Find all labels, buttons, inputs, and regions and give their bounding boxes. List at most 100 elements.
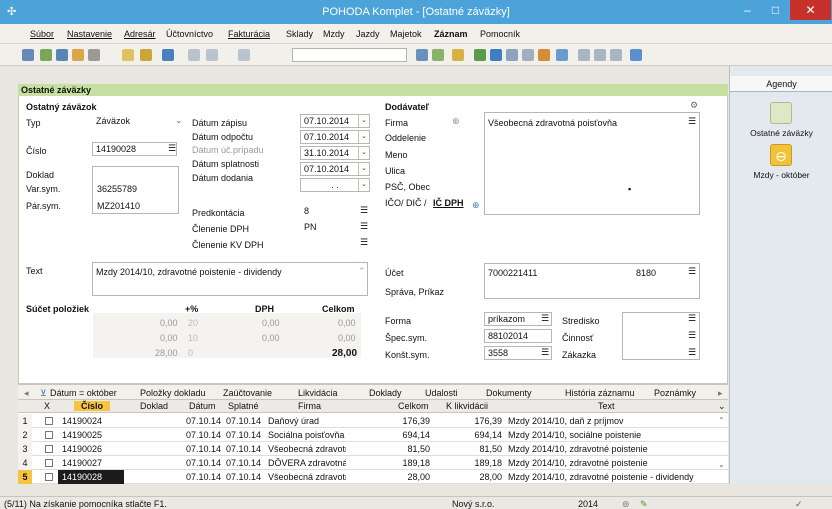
konstsym-list-icon[interactable]: ☰ [541, 347, 549, 358]
icdph-label[interactable]: IČ DPH [433, 198, 464, 208]
agenda-icon[interactable] [22, 49, 34, 61]
tab-udalosti[interactable]: Udalosti [425, 388, 458, 398]
stredisko-list-icon[interactable]: ☰ [688, 313, 696, 324]
cancel-icon[interactable] [206, 49, 218, 61]
tabs-scroll-right-icon[interactable]: ▸ [718, 388, 723, 399]
firma-value[interactable]: Všeobecná zdravotná poisťovňa [488, 118, 617, 128]
menu-jazdy[interactable]: Jazdy [356, 29, 380, 39]
text-scroll-up-icon[interactable]: ⌃ [358, 266, 366, 277]
open-icon[interactable] [56, 49, 68, 61]
col-celkom[interactable]: Celkom [398, 401, 429, 411]
table-row[interactable]: 3 14190026 07.10.14 07.10.14 Všeobecná z… [18, 442, 728, 456]
row-checkbox[interactable] [45, 417, 53, 425]
quick-search-input[interactable] [292, 48, 407, 62]
date-dropdown-icon[interactable]: ⌄ [358, 179, 369, 191]
maximize-button[interactable]: □ [762, 0, 789, 20]
forma-list-icon[interactable]: ☰ [541, 313, 549, 324]
row-checkbox[interactable] [45, 473, 53, 481]
tab-datum-oktober[interactable]: Dátum = október [50, 388, 117, 398]
ucet-list-icon[interactable]: ☰ [688, 266, 696, 277]
tab-poznamky[interactable]: Poznámky [654, 388, 696, 398]
menu-adresar[interactable]: Adresár [124, 29, 156, 39]
menu-pomocnik[interactable]: Pomocník [480, 29, 520, 39]
table-row[interactable]: 1 14190024 07.10.14 07.10.14 Daňový úrad… [18, 414, 728, 428]
col-datum[interactable]: Dátum [189, 401, 216, 411]
table-row[interactable]: 2 14190025 07.10.14 07.10.14 Sociálna po… [18, 428, 728, 442]
table-row-selected[interactable]: 5 14190028 07.10.14 07.10.14 Všeobecná z… [18, 470, 728, 484]
help-icon[interactable] [630, 49, 642, 61]
menu-sklady[interactable]: Sklady [286, 29, 313, 39]
cislo-row-icon[interactable]: ☰ [168, 143, 176, 154]
globe-icon[interactable] [490, 49, 502, 61]
iban-icon[interactable] [556, 49, 568, 61]
menu-zaznam[interactable]: Záznam [434, 29, 468, 39]
text-value[interactable]: Mzdy 2014/10, zdravotné poistenie - divi… [96, 267, 282, 277]
menu-fakturacia[interactable]: Fakturácia [228, 29, 270, 39]
cinnost-list-icon[interactable]: ☰ [688, 330, 696, 341]
date-dropdown-icon[interactable]: ⌄ [358, 131, 369, 143]
row-checkbox[interactable] [45, 445, 53, 453]
menu-mzdy[interactable]: Mzdy [323, 29, 345, 39]
check-icon[interactable] [474, 49, 486, 61]
tab-dokumenty[interactable]: Dokumenty [486, 388, 532, 398]
pen-icon[interactable] [140, 49, 152, 61]
menu-subor[interactable]: Súbor [30, 29, 54, 39]
minimize-button[interactable]: – [734, 0, 761, 20]
col-doklad[interactable]: Doklad [140, 401, 168, 411]
save-icon[interactable] [188, 49, 200, 61]
ucet-value[interactable]: 7000221411 [488, 268, 537, 278]
close-button[interactable]: ✕ [790, 0, 831, 20]
ostatne-zavazky-icon[interactable] [770, 102, 792, 124]
agenda-mzdy-oktober[interactable]: Mzdy - október [730, 170, 832, 180]
row-checkbox[interactable] [45, 431, 53, 439]
firma-list-icon[interactable]: ☰ [688, 116, 696, 127]
date-dropdown-icon[interactable]: ⌄ [358, 147, 369, 159]
table-row[interactable]: 4 14190027 07.10.14 07.10.14 DÔVERA zdra… [18, 456, 728, 470]
tab-historia-zaznamu[interactable]: História záznamu [565, 388, 635, 398]
grid-icon[interactable] [610, 49, 622, 61]
col-k-likvidacii[interactable]: K likvidácii [446, 401, 488, 411]
col-text[interactable]: Text [598, 401, 615, 411]
tab-polozky-dokladu[interactable]: Položky dokladu [140, 388, 206, 398]
window-icon[interactable] [578, 49, 590, 61]
tab-likvidacia[interactable]: Likvidácia [298, 388, 338, 398]
parsym-value[interactable]: MZ201410 [97, 201, 140, 211]
print-icon[interactable] [88, 49, 100, 61]
new-record-icon[interactable] [40, 49, 52, 61]
typ-dropdown-icon[interactable]: ⌄ [175, 115, 183, 126]
col-cislo[interactable]: Číslo [74, 401, 111, 411]
col-x[interactable]: X [44, 401, 50, 411]
obec-list-icon[interactable]: ▪ [628, 184, 631, 194]
list-icon[interactable] [594, 49, 606, 61]
typ-select[interactable]: Záväzok [92, 114, 182, 128]
specsym-field[interactable]: 88102014 [484, 329, 552, 343]
users-icon[interactable] [538, 49, 550, 61]
cislo-field[interactable]: 14190028 [92, 142, 177, 156]
menu-majetok[interactable]: Majetok [390, 29, 422, 39]
filter-icon[interactable] [122, 49, 134, 61]
vies-icon[interactable]: ⊕ [472, 200, 480, 211]
calc-icon[interactable] [522, 49, 534, 61]
col-splatne[interactable]: Splatné [228, 401, 259, 411]
row-checkbox[interactable] [45, 459, 53, 467]
tab-zauctovanie[interactable]: Zaúčtovanie [223, 388, 272, 398]
zakazka-list-icon[interactable]: ☰ [688, 347, 696, 358]
column-chooser-icon[interactable]: ⌄ [718, 401, 726, 412]
date-dropdown-icon[interactable]: ⌄ [358, 163, 369, 175]
date-dropdown-icon[interactable]: ⌄ [358, 115, 369, 127]
col-firma[interactable]: Firma [298, 401, 321, 411]
menu-nastavenie[interactable]: Nastavenie [67, 29, 112, 39]
calendar-icon[interactable] [506, 49, 518, 61]
clenenie-kv-list-icon[interactable]: ☰ [360, 237, 368, 248]
table-icon[interactable] [432, 49, 444, 61]
menu-uctovnictvo[interactable]: Účtovníctvo [166, 29, 213, 39]
copy-icon[interactable] [238, 49, 250, 61]
dropdown-icon[interactable] [416, 49, 428, 61]
tab-doklady[interactable]: Doklady [369, 388, 402, 398]
agenda-ostatne-zavazky[interactable]: Ostatné záväzky [730, 128, 832, 138]
tabs-scroll-left-icon[interactable]: ◂ [24, 388, 29, 399]
report-icon[interactable] [452, 49, 464, 61]
varsym-value[interactable]: 36255789 [97, 184, 137, 194]
predkontacia-list-icon[interactable]: ☰ [360, 205, 368, 216]
clenenie-dph-list-icon[interactable]: ☰ [360, 221, 368, 232]
